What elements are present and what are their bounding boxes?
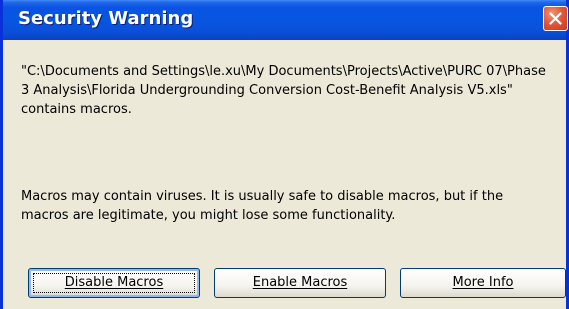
macro-warning-message: Macros may contain viruses. It is usuall… (21, 189, 504, 223)
enable-macros-label: Enable Macros (252, 275, 348, 290)
security-warning-dialog: Security Warning "C:\Documents and Setti… (0, 0, 569, 309)
disable-macros-button[interactable]: Disable Macros (28, 268, 200, 298)
file-path-message: "C:\Documents and Settings\le.xu\My Docu… (21, 64, 546, 117)
enable-macros-button[interactable]: Enable Macros (214, 268, 386, 298)
more-info-button[interactable]: More Info (400, 268, 566, 298)
close-button[interactable] (543, 6, 568, 31)
close-icon (549, 12, 562, 25)
title-bar[interactable]: Security Warning (3, 0, 568, 40)
disable-macros-label: Disable Macros (64, 275, 164, 290)
dialog-title: Security Warning (18, 8, 194, 29)
more-info-label: More Info (452, 275, 514, 290)
